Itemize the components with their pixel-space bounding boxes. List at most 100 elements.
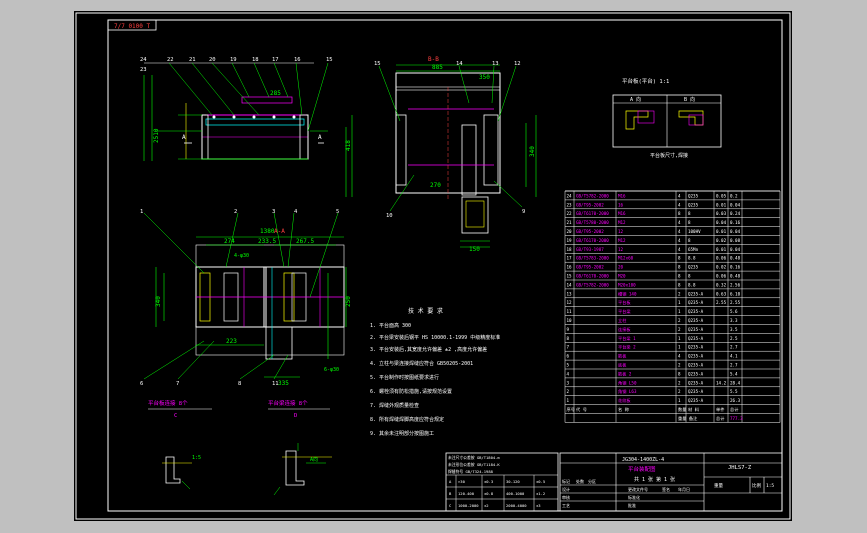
bom-cell: 0.24 (730, 211, 741, 216)
bom-cell: 2 (567, 389, 570, 394)
svg-text:10: 10 (386, 213, 393, 219)
svg-text:4: 4 (294, 209, 298, 215)
bom-cell: 0.03 (716, 211, 727, 216)
bom-cell: 0.04 (730, 202, 741, 207)
svg-text:标记: 标记 (562, 478, 570, 484)
bom-cell: 0.48 (730, 274, 741, 279)
svg-text:±0.3: ±0.3 (484, 479, 493, 484)
bom-cell: 角钢 L63 (618, 388, 637, 395)
bom-cell: 8 (678, 274, 681, 279)
svg-text:签名: 签名 (662, 486, 670, 492)
bom-cell: 16 (618, 202, 624, 207)
bom-cell: 平台梁 1 (618, 335, 636, 342)
bom-cell: 18 (567, 247, 573, 252)
bom-cell: Q235-A (688, 318, 704, 323)
view3-dim-h1: 340 (155, 296, 162, 307)
bom-cell: 8 (688, 211, 691, 216)
bom-cell: 立柱 (618, 317, 627, 324)
bom-cell: 8 (688, 220, 691, 225)
svg-text:分区: 分区 (588, 478, 596, 484)
weld-scale-label: 1:5 (192, 455, 201, 461)
bom-cell: GB/T5783-2000 (576, 256, 609, 261)
inset-dim-b: B 向 (684, 96, 695, 103)
view1-callouts: 24 23 22 21 20 19 18 17 16 15 (140, 57, 333, 73)
bom-cell: 16 (567, 265, 573, 270)
bom-cell: 5.6 (730, 309, 738, 314)
note-1: 1. 平台面高 300 (370, 322, 411, 329)
view3-dim-w4: 267.5 (296, 238, 314, 245)
bom-header-cell: 数量 (678, 406, 686, 413)
cad-viewport[interactable]: 7/7 0100 T 2510 285 A A 24 23 22 21 20 1… (74, 11, 792, 521)
svg-text:处数: 处数 (576, 478, 584, 484)
svg-text:3: 3 (272, 209, 275, 215)
bom-cell: 65Mn (688, 247, 699, 252)
svg-text:23: 23 (140, 67, 147, 73)
bom-cell: 4 (678, 193, 681, 198)
note-4: 4. 立柱与梁连接焊缝应符合 GB50205-2001 (370, 360, 473, 367)
bom-cell: 4 (678, 202, 681, 207)
bom-cell: 平台梁 2 (618, 344, 636, 351)
title-scale: 1:5 (766, 483, 774, 489)
svg-text:±0.8: ±0.8 (484, 491, 494, 496)
bom-cell: 5.4 (730, 371, 738, 376)
bom-cell: 10 (567, 318, 573, 323)
bom-cell: GB/T6170-2000 (576, 238, 609, 243)
bom-cell: 0.01 (716, 202, 727, 207)
bom-cell: Q235-A (688, 309, 704, 314)
view2-dim-b2: 150 (469, 246, 480, 253)
svg-text:A: A (449, 479, 452, 484)
title-sheet-info: 共 1 张 第 1 张 (634, 476, 675, 483)
bom-cell: 平台板 (618, 299, 631, 306)
view2-dim-w2: 350 (479, 74, 490, 81)
technical-notes: 1. 平台面高 300 2. 平台梁安装后钢平 HS 10000.1-1999 … (370, 322, 500, 437)
bom-cell: 0.16 (730, 265, 741, 270)
svg-text:24: 24 (140, 57, 147, 63)
bom-cell: 0.63 (716, 291, 727, 296)
svg-text:工艺: 工艺 (562, 503, 570, 508)
svg-text:400-1000: 400-1000 (506, 491, 525, 496)
svg-text:审核: 审核 (562, 494, 570, 500)
bom-cell: 20 (618, 265, 624, 270)
bom-cell: Q235-A (688, 291, 704, 296)
bom-cell: M16 (618, 211, 626, 216)
bom-cell: 6 (567, 354, 570, 359)
note-7: 7. 焊缝外观质量检查 (370, 402, 419, 409)
bom-cell: Q235-A (688, 336, 704, 341)
bom-cell: 11 (567, 309, 573, 314)
bom-cell: 4 (567, 371, 570, 376)
bom-cell: 0.16 (730, 220, 741, 225)
weld-view-label: A向 (310, 456, 318, 463)
corner-code: 7/7 0100 T (114, 23, 151, 30)
svg-text:设计: 设计 (562, 486, 570, 492)
view2-callouts: 15 14 13 12 10 9 (374, 61, 525, 219)
bom-cell: 4 (678, 238, 681, 243)
bom-cell: 0.04 (716, 220, 727, 225)
bom-cell: Q235-A (688, 327, 704, 332)
svg-text:±2: ±2 (484, 503, 489, 508)
bom-cell: GB/T6170-2000 (576, 274, 609, 279)
svg-text:年月日: 年月日 (678, 486, 690, 492)
view3-dim-w2: 274 (224, 238, 235, 245)
svg-text:7: 7 (176, 381, 179, 387)
bom-cell: 1 (678, 336, 681, 341)
bom-cell: 0.06 (716, 274, 727, 279)
bom-cell: Q235 (688, 193, 699, 198)
bom-cell: 4 (678, 229, 681, 234)
svg-text:9: 9 (522, 209, 525, 215)
bom-cell: 8 (678, 371, 681, 376)
bom-cell: 连接板 (618, 326, 631, 333)
view3-dim-w3: 233.5 (258, 238, 276, 245)
note-2: 2. 平台梁安装后钢平 HS 10000.1-1999 中级精度标准 (370, 334, 500, 341)
bom-cell: 3.5 (730, 327, 738, 332)
bom-cell: GB/T95-2002 (576, 202, 604, 207)
outer-border (75, 12, 791, 520)
bom-cell: 角钢 L50 (618, 379, 637, 386)
bom-cell: 1 (678, 398, 681, 403)
view2-dim-h2: 340 (529, 146, 536, 157)
svg-text:>30: >30 (458, 479, 466, 484)
svg-text:6: 6 (140, 381, 143, 387)
bom-cell: Q235 (688, 202, 699, 207)
bom-cell: 2 (678, 318, 681, 323)
bom-cell: M12x60 (618, 256, 634, 261)
bom-cell: 0.02 (716, 265, 727, 270)
